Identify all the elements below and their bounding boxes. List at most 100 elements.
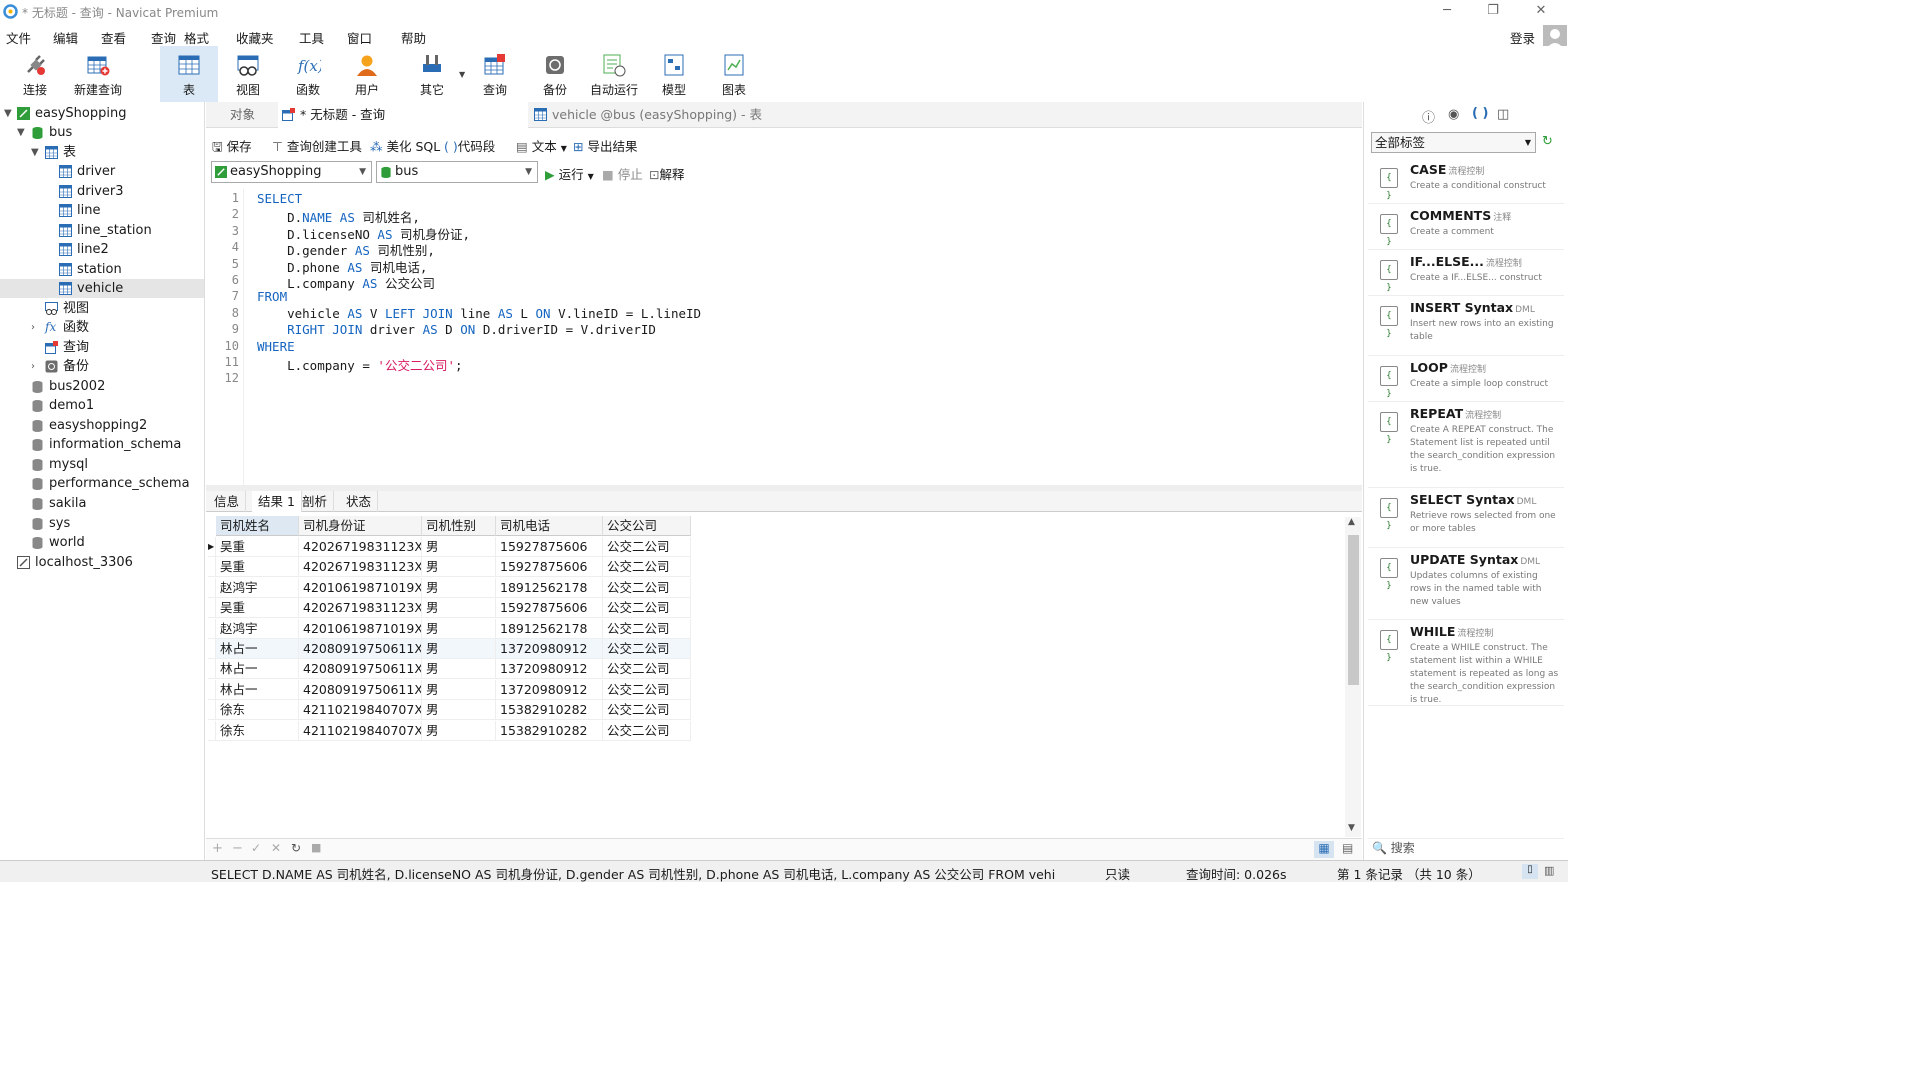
- tree-db-bus[interactable]: ▼ bus: [0, 123, 204, 142]
- table-cell[interactable]: 徐东: [216, 720, 299, 741]
- collapse-arrow-icon[interactable]: ▼: [17, 123, 25, 142]
- form-view-icon[interactable]: ▤: [1342, 841, 1353, 855]
- menu-view[interactable]: 查看: [101, 28, 126, 47]
- table-cell[interactable]: 42080919750611XX: [299, 639, 422, 659]
- table-cell[interactable]: 公交二公司: [603, 577, 691, 598]
- row-marker[interactable]: [208, 618, 216, 639]
- apply-icon[interactable]: ✓: [251, 841, 261, 855]
- table-cell[interactable]: 公交二公司: [603, 700, 691, 721]
- collapse-arrow-icon[interactable]: ▼: [4, 104, 12, 123]
- tree-db-mysql[interactable]: mysql: [0, 455, 204, 474]
- table-cell[interactable]: 42010619871019XX: [299, 577, 422, 598]
- save-button[interactable]: 🖫 保存: [212, 136, 252, 159]
- grid-view-icon[interactable]: ▦: [1314, 841, 1334, 858]
- snippet-search[interactable]: 🔍 搜索: [1368, 838, 1564, 858]
- table-cell[interactable]: 徐东: [216, 700, 299, 721]
- refresh-icon[interactable]: ↻: [1542, 134, 1553, 149]
- row-marker[interactable]: [208, 700, 216, 721]
- eye-icon[interactable]: ◉: [1448, 107, 1459, 122]
- tag-filter-select[interactable]: 全部标签 ▼: [1371, 132, 1536, 153]
- table-cell[interactable]: 男: [422, 557, 496, 578]
- text-button[interactable]: ▤ 文本 ▼: [516, 136, 567, 155]
- tree-table-station[interactable]: station: [0, 260, 204, 279]
- table-cell[interactable]: 42026719831123XX: [299, 598, 422, 619]
- connect-button[interactable]: 连接: [6, 46, 64, 102]
- tree-table-line2[interactable]: line2: [0, 240, 204, 259]
- tree-group-tables[interactable]: ▼ 表: [0, 143, 204, 162]
- table-cell[interactable]: 赵鸿宇: [216, 577, 299, 598]
- snippet-item[interactable]: { } REPEAT 流程控制 Create A REPEAT construct. …: [1368, 402, 1564, 488]
- tree-db-performance-schema[interactable]: performance_schema: [0, 474, 204, 493]
- table-cell[interactable]: 公交二公司: [603, 557, 691, 578]
- tab-vehicle-table[interactable]: vehicle @bus (easyShopping) - 表: [528, 102, 770, 128]
- chart-button[interactable]: 图表: [705, 46, 763, 102]
- new-query-button[interactable]: 新建查询: [69, 46, 127, 102]
- table-cell[interactable]: 15927875606: [496, 557, 603, 578]
- tab-status[interactable]: 状态: [340, 491, 379, 512]
- table-cell[interactable]: 吴重: [216, 557, 299, 578]
- row-marker[interactable]: [208, 577, 216, 598]
- table-cell[interactable]: 男: [422, 598, 496, 619]
- connection-select[interactable]: easyShopping ▼: [211, 161, 372, 183]
- tab-profile[interactable]: 剖析: [296, 491, 335, 512]
- row-marker[interactable]: ▶: [208, 537, 216, 557]
- snippet-item[interactable]: { } SELECT Syntax DML Retrieve rows selecte…: [1368, 488, 1564, 548]
- row-marker[interactable]: [208, 679, 216, 700]
- tree-table-vehicle[interactable]: vehicle: [0, 279, 204, 298]
- view-button[interactable]: 视图: [219, 46, 277, 102]
- grid-toggle-icon[interactable]: ▯: [1522, 864, 1538, 879]
- table-cell[interactable]: 公交二公司: [603, 598, 691, 619]
- tree-db-easyshopping2[interactable]: easyshopping2: [0, 416, 204, 435]
- tree-db-world[interactable]: world: [0, 533, 204, 552]
- menu-query[interactable]: 查询: [151, 28, 176, 47]
- tree-table-driver3[interactable]: driver3: [0, 182, 204, 201]
- tree-db-sys[interactable]: sys: [0, 514, 204, 533]
- column-header[interactable]: 司机电话: [496, 516, 603, 536]
- tree-table-driver[interactable]: driver: [0, 162, 204, 181]
- minimize-icon[interactable]: ─: [1432, 3, 1462, 18]
- vertical-scrollbar[interactable]: ▲ ▼: [1345, 517, 1361, 837]
- menu-edit[interactable]: 编辑: [53, 28, 78, 47]
- tree-table-line[interactable]: line: [0, 201, 204, 220]
- table-cell[interactable]: 公交二公司: [603, 659, 691, 680]
- tab-result-1[interactable]: 结果 1: [252, 491, 302, 512]
- tree-db-sakila[interactable]: sakila: [0, 494, 204, 513]
- row-marker[interactable]: [208, 557, 216, 578]
- table-cell[interactable]: 42110219840707XX: [299, 720, 422, 741]
- export-results-button[interactable]: ⊞ 导出结果: [573, 136, 637, 155]
- table-cell[interactable]: 42080919750611XX: [299, 659, 422, 680]
- table-cell[interactable]: 男: [422, 577, 496, 598]
- snippet-item[interactable]: { } LOOP 流程控制 Create a simple loop construc…: [1368, 356, 1564, 402]
- table-cell[interactable]: 公交二公司: [603, 618, 691, 639]
- add-row-icon[interactable]: +: [212, 841, 223, 856]
- function-button[interactable]: f(x) 函数: [279, 46, 337, 102]
- stop-icon[interactable]: ■: [311, 841, 321, 854]
- table-cell[interactable]: 42110219840707XX: [299, 700, 422, 721]
- column-header[interactable]: 司机性别: [422, 516, 496, 536]
- row-marker[interactable]: [208, 720, 216, 741]
- table-cell[interactable]: 男: [422, 639, 496, 659]
- query-builder-button[interactable]: ⊤ 查询创建工具: [272, 136, 362, 155]
- scroll-down-icon[interactable]: ▼: [1348, 823, 1355, 833]
- table-cell[interactable]: 13720980912: [496, 659, 603, 680]
- refresh-icon[interactable]: ↻: [291, 841, 301, 855]
- tree-db-demo1[interactable]: demo1: [0, 396, 204, 415]
- panel-toggle-icon[interactable]: ▥: [1544, 864, 1554, 877]
- menu-tools[interactable]: 工具: [299, 28, 324, 47]
- column-header[interactable]: 司机姓名: [216, 516, 299, 536]
- tree-group-backups[interactable]: › 备份: [0, 357, 204, 376]
- table-cell[interactable]: 公交二公司: [603, 639, 691, 659]
- table-cell[interactable]: 15382910282: [496, 720, 603, 741]
- result-grid[interactable]: 司机姓名 司机身份证 司机性别 司机电话 公交公司 ▶ 吴重 42026719831123XX…: [208, 516, 691, 742]
- run-button[interactable]: ▶ 运行 ▼: [545, 164, 594, 183]
- table-cell[interactable]: 42080919750611XX: [299, 679, 422, 700]
- scroll-up-icon[interactable]: ▲: [1348, 517, 1355, 527]
- restore-icon[interactable]: ❐: [1478, 3, 1508, 18]
- table-cell[interactable]: 吴重: [216, 598, 299, 619]
- collapse-arrow-icon[interactable]: ▼: [31, 143, 39, 162]
- table-cell[interactable]: 公交二公司: [603, 720, 691, 741]
- others-dropdown-icon[interactable]: ▼: [459, 70, 465, 79]
- column-header[interactable]: 司机身份证: [299, 516, 422, 536]
- table-cell[interactable]: 林占一: [216, 679, 299, 700]
- autorun-button[interactable]: 自动运行: [585, 46, 643, 102]
